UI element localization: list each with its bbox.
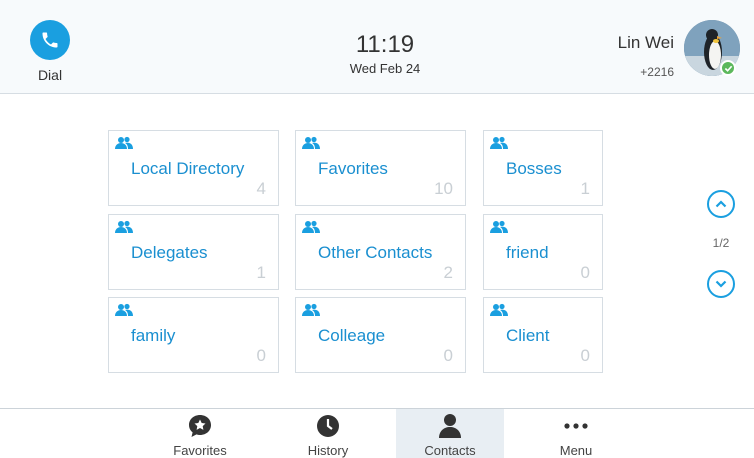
- tab-history[interactable]: History: [274, 409, 382, 458]
- contact-group-tile[interactable]: Colleage 0: [295, 297, 466, 373]
- group-label: Bosses: [506, 159, 562, 178]
- group-icon: [490, 136, 508, 149]
- clock-time: 11:19: [355, 31, 415, 58]
- group-icon: [115, 136, 133, 149]
- contact-group-tile[interactable]: Favorites 10: [295, 130, 466, 206]
- group-label: Delegates: [131, 243, 208, 262]
- group-count: 10: [434, 179, 453, 198]
- group-count: 2: [443, 263, 453, 282]
- chevron-down-icon: [715, 280, 727, 288]
- person-icon: [439, 414, 461, 438]
- clock-icon: [317, 415, 339, 437]
- contact-group-tile[interactable]: Local Directory 4: [108, 130, 279, 206]
- tab-contacts-label: Contacts: [424, 443, 476, 458]
- group-icon: [115, 220, 133, 233]
- group-label: Favorites: [318, 159, 388, 178]
- user-extension: +2216: [640, 65, 674, 79]
- tab-menu[interactable]: Menu: [522, 409, 630, 458]
- contact-group-tile[interactable]: Client 0: [483, 297, 603, 373]
- presence-available-icon: [720, 60, 736, 76]
- chevron-up-icon: [715, 200, 727, 208]
- page-up-button[interactable]: [707, 190, 735, 218]
- group-count: 0: [580, 263, 590, 282]
- tab-favorites-label: Favorites: [173, 443, 227, 458]
- group-count: 4: [256, 179, 266, 198]
- dial-label: Dial: [37, 67, 63, 83]
- group-count: 1: [256, 263, 266, 282]
- bottom-tab-bar: Favorites History Contacts Menu: [0, 408, 754, 458]
- group-label: friend: [506, 243, 549, 262]
- group-count: 0: [256, 346, 266, 365]
- clock: 11:19 Wed Feb 24: [300, 31, 470, 77]
- group-icon: [490, 303, 508, 316]
- tab-menu-label: Menu: [559, 443, 593, 458]
- group-label: Client: [506, 326, 550, 345]
- tab-contacts[interactable]: Contacts: [396, 409, 504, 458]
- phone-icon: [30, 20, 70, 60]
- contact-group-tile[interactable]: Bosses 1: [483, 130, 603, 206]
- tab-history-label: History: [307, 443, 349, 458]
- page-indicator: 1/2: [712, 236, 730, 250]
- clock-date: Wed Feb 24: [349, 61, 421, 76]
- tab-favorites[interactable]: Favorites: [146, 409, 254, 458]
- contact-group-tile[interactable]: Other Contacts 2: [295, 214, 466, 290]
- group-icon: [302, 220, 320, 233]
- group-icon: [302, 303, 320, 316]
- user-info[interactable]: Lin Wei +2216: [618, 33, 674, 79]
- group-icon: [115, 303, 133, 316]
- group-label: family: [131, 326, 176, 345]
- page-down-button[interactable]: [707, 270, 735, 298]
- top-status-bar: Dial 11:19 Wed Feb 24 Lin Wei +2216: [0, 0, 754, 94]
- star-bubble-icon: [189, 415, 211, 437]
- group-count: 0: [580, 346, 590, 365]
- group-label: Other Contacts: [318, 243, 433, 262]
- group-count: 1: [580, 179, 590, 198]
- contact-group-tile[interactable]: friend 0: [483, 214, 603, 290]
- pager: 1/2: [704, 190, 738, 298]
- group-count: 0: [443, 346, 453, 365]
- user-name: Lin Wei: [617, 33, 674, 52]
- contact-group-tile[interactable]: Delegates 1: [108, 214, 279, 290]
- contact-group-tile[interactable]: family 0: [108, 297, 279, 373]
- dial-button[interactable]: Dial: [28, 20, 72, 90]
- group-icon: [302, 136, 320, 149]
- group-icon: [490, 220, 508, 233]
- group-label: Colleage: [318, 326, 386, 345]
- group-label: Local Directory: [131, 159, 245, 178]
- ellipsis-icon: [564, 423, 588, 429]
